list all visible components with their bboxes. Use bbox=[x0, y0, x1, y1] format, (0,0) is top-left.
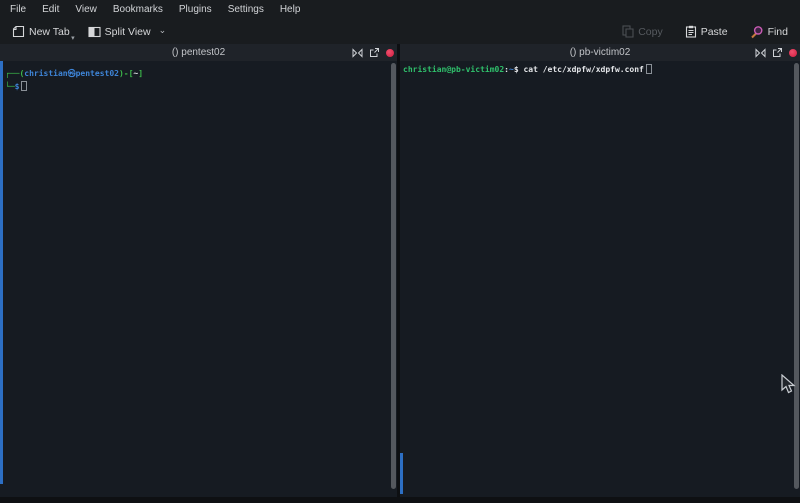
terminal-cursor bbox=[21, 81, 27, 91]
paste-button[interactable]: Paste bbox=[679, 23, 734, 40]
split-view-button[interactable]: Split View ⌄ bbox=[82, 24, 172, 40]
window-bottom-edge bbox=[0, 497, 800, 503]
menu-bookmarks[interactable]: Bookmarks bbox=[105, 0, 171, 19]
tabbar-right-icons bbox=[755, 44, 797, 61]
copy-label: Copy bbox=[638, 26, 663, 38]
close-session-button[interactable] bbox=[386, 49, 394, 57]
new-tab-button[interactable]: New Tab ▾ bbox=[6, 23, 76, 40]
chevron-down-icon: ⌄ bbox=[159, 25, 167, 36]
tabbar-right[interactable]: () pb-victim02 bbox=[400, 44, 800, 61]
menu-plugins[interactable]: Plugins bbox=[171, 0, 220, 19]
prompt-user-host: christian@pb-victim02 bbox=[403, 65, 504, 74]
menu-bar: File Edit View Bookmarks Plugins Setting… bbox=[0, 0, 800, 19]
split-view-icon bbox=[88, 26, 101, 38]
new-tab-label: New Tab bbox=[29, 26, 70, 38]
prompt-line: christian@pb-victim02:~$ cat /etc/xdpfw/… bbox=[403, 64, 800, 77]
tab-title-pentest02[interactable]: () pentest02 bbox=[172, 47, 225, 58]
prompt-line-2: └─$ bbox=[5, 81, 397, 94]
scrollbar-left[interactable] bbox=[391, 63, 396, 489]
toolbar-right-group: Copy Paste Find bbox=[616, 23, 794, 41]
close-session-button[interactable] bbox=[789, 49, 797, 57]
detach-tab-icon[interactable] bbox=[772, 47, 783, 58]
prompt-frame-mid: )-[ bbox=[119, 69, 133, 78]
menu-view[interactable]: View bbox=[67, 0, 105, 19]
prompt-user-host: christian㉿pentest02 bbox=[24, 69, 119, 78]
terminal-right[interactable]: christian@pb-victim02:~$ cat /etc/xdpfw/… bbox=[400, 61, 800, 497]
detach-tab-icon[interactable] bbox=[369, 47, 380, 58]
scrollbar-right[interactable] bbox=[794, 63, 799, 489]
maximize-view-icon[interactable] bbox=[352, 48, 363, 58]
tab-new-icon bbox=[12, 25, 25, 38]
prompt-frame-bottom: └─ bbox=[5, 82, 15, 91]
chevron-down-icon: ▾ bbox=[71, 35, 75, 42]
terminal-pane-right: () pb-victim02 christian@pb-victim02:~$ … bbox=[400, 44, 800, 497]
tabbar-left[interactable]: () pentest02 bbox=[0, 44, 397, 61]
terminal-cursor bbox=[646, 64, 652, 74]
tab-title-pb-victim02[interactable]: () pb-victim02 bbox=[570, 47, 631, 58]
find-button[interactable]: Find bbox=[744, 23, 794, 41]
prompt-line-1: ┌──(christian㉿pentest02)-[~] bbox=[5, 68, 397, 81]
prompt-symbol: $ bbox=[514, 65, 524, 74]
paste-label: Paste bbox=[701, 26, 728, 38]
maximize-view-icon[interactable] bbox=[755, 48, 766, 58]
typed-command: cat /etc/xdpfw/xdpfw.conf bbox=[523, 65, 643, 74]
find-icon bbox=[750, 25, 764, 39]
tabbar-left-icons bbox=[352, 44, 394, 61]
menu-help[interactable]: Help bbox=[272, 0, 309, 19]
copy-button[interactable]: Copy bbox=[616, 23, 669, 40]
find-label: Find bbox=[768, 26, 788, 38]
prompt-frame-top: ┌──( bbox=[5, 69, 24, 78]
konsole-window: File Edit View Bookmarks Plugins Setting… bbox=[0, 0, 800, 503]
terminal-pane-left: () pentest02 ┌──(christian㉿pentest02)-[~… bbox=[0, 44, 397, 497]
menu-settings[interactable]: Settings bbox=[220, 0, 272, 19]
paste-icon bbox=[685, 25, 697, 38]
menu-file[interactable]: File bbox=[2, 0, 34, 19]
prompt-frame-end: ] bbox=[138, 69, 143, 78]
prompt-symbol: $ bbox=[15, 82, 20, 91]
split-view-label: Split View bbox=[105, 26, 151, 38]
split-container: () pentest02 ┌──(christian㉿pentest02)-[~… bbox=[0, 44, 800, 497]
terminal-left[interactable]: ┌──(christian㉿pentest02)-[~] └─$ bbox=[0, 61, 397, 497]
pane-indicator-short bbox=[400, 453, 403, 494]
active-pane-indicator bbox=[0, 61, 3, 484]
copy-icon bbox=[622, 25, 634, 38]
menu-edit[interactable]: Edit bbox=[34, 0, 67, 19]
main-toolbar: New Tab ▾ Split View ⌄ Copy bbox=[0, 19, 800, 44]
